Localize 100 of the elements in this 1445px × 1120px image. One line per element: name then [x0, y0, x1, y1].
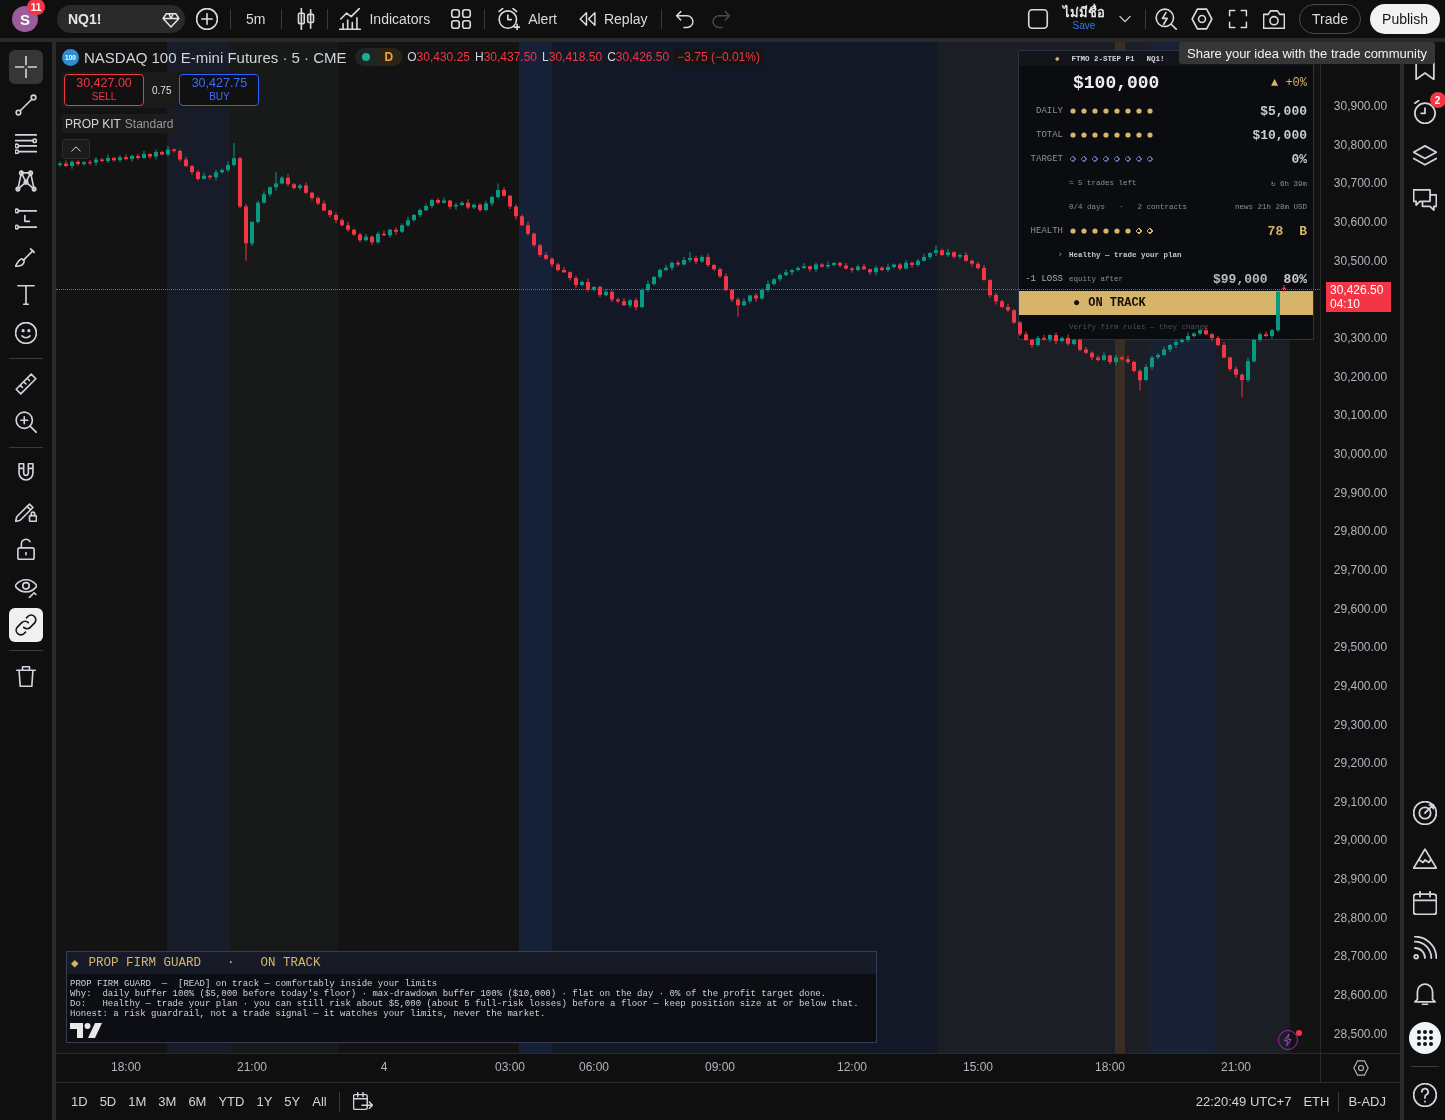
candlestick: [1042, 334, 1046, 341]
square-icon: [1027, 8, 1049, 30]
forecast-lines-icon: [15, 208, 37, 230]
delay-indicator: D: [376, 48, 403, 66]
layers-icon: [1412, 144, 1437, 168]
candlestick: [1192, 332, 1196, 338]
price-label: 28,500.00: [1332, 1026, 1389, 1041]
publish-button[interactable]: Publish: [1370, 4, 1440, 34]
magnet-icon: [15, 462, 37, 484]
sync-drawings-button[interactable]: [9, 608, 43, 642]
ohlc-value: H30,437.50: [475, 50, 538, 64]
fullscreen-icon: [1228, 9, 1248, 29]
time-label: 12:00: [837, 1060, 867, 1074]
price-label: 28,800.00: [1332, 910, 1389, 925]
price-label: 29,100.00: [1332, 794, 1389, 809]
candlestick: [934, 245, 938, 257]
range-button[interactable]: 6M: [182, 1091, 213, 1112]
price-label: 29,700.00: [1332, 562, 1389, 577]
price-label: 30,300.00: [1332, 331, 1389, 345]
account-balance: $100,000: [1073, 72, 1161, 93]
time-label: 21:00: [237, 1060, 267, 1074]
notification-dot-icon: [1296, 1030, 1302, 1036]
time-label: 06:00: [579, 1060, 609, 1074]
price-label: 30,500.00: [1332, 253, 1389, 268]
mountain-icon: [1412, 846, 1437, 870]
crosshair-tool-button[interactable]: [9, 50, 43, 84]
price-label: 30,200.00: [1332, 369, 1389, 384]
price-label: 28,700.00: [1332, 949, 1389, 964]
alarm-plus-icon: [498, 8, 521, 30]
price-label: 29,600.00: [1332, 601, 1389, 616]
crosshair-icon: [15, 56, 37, 78]
buy-button[interactable]: 30,427.75 BUY: [179, 74, 260, 106]
guard-message: Why: daily buffer 100% ($5,000 before today's floor) · max-drawdown buffer 100% ($10,000) · flat on the day · 0% of the profit target done.: [70, 989, 828, 999]
range-button[interactable]: 5Y: [278, 1091, 307, 1112]
adjustment-button[interactable]: B-ADJ: [1342, 1091, 1392, 1112]
candlestick: [136, 154, 140, 160]
indicators-button[interactable]: Indicators: [331, 3, 439, 35]
meter-value: $5,000: [1260, 103, 1307, 119]
parallel-lines-icon: [15, 132, 37, 154]
candlestick: [1096, 355, 1100, 362]
symbol-search-button[interactable]: NQ1!: [57, 5, 185, 33]
range-button[interactable]: YTD: [212, 1091, 251, 1112]
layout-name-button[interactable]: ไม่มีชื่อ Save: [1056, 3, 1112, 35]
range-button[interactable]: All: [306, 1091, 333, 1112]
price-label: 29,400.00: [1332, 678, 1389, 693]
price-label: 30,600.00: [1332, 215, 1389, 230]
trend-line-icon: [15, 94, 37, 116]
candlestick: [826, 261, 830, 269]
alert-button[interactable]: Alert: [490, 3, 565, 35]
candlestick: [694, 255, 698, 265]
advice-marker: ›: [1057, 250, 1063, 260]
interval-button[interactable]: 5m: [236, 3, 276, 35]
range-button[interactable]: 3M: [152, 1091, 183, 1112]
market-status-pill[interactable]: D: [354, 48, 403, 66]
range-button[interactable]: 1M: [122, 1091, 153, 1112]
price-label: 28,600.00: [1332, 988, 1389, 1002]
meter-label: TOTAL: [1036, 130, 1063, 140]
redo-icon: [710, 9, 731, 29]
indicator-title[interactable]: PROP KIT Standard: [62, 114, 177, 133]
price-label: 29,200.00: [1332, 756, 1389, 771]
time-label: 15:00: [963, 1060, 993, 1074]
logo-icon: [70, 1023, 102, 1038]
calendar-icon: [1412, 891, 1437, 915]
guard-message: Do: Healthy — trade your plan · you can still risk about $5,000 (about 5 full-risk losses) before a floor — keep position size at or below that.: [70, 999, 860, 1009]
meter-label: TARGET: [1030, 154, 1063, 164]
spread-value: 0.75: [152, 84, 172, 96]
chart-bars-icon: [339, 8, 362, 30]
price-label: 30,100.00: [1332, 408, 1389, 423]
health-label: HEALTH: [1030, 226, 1063, 236]
timezone-clock[interactable]: 22:20:49 UTC+7: [1189, 1091, 1298, 1112]
candlestick: [796, 266, 800, 272]
price-label: 30,800.00: [1332, 137, 1389, 152]
help-icon: [1412, 1083, 1437, 1107]
bar-countdown: 04:10: [1330, 297, 1362, 312]
session-button[interactable]: ETH: [1297, 1091, 1336, 1112]
meter-label: DAILY: [1036, 106, 1063, 116]
price-label: 30,900.00: [1332, 99, 1389, 114]
candlestick: [1180, 338, 1184, 344]
candlestick: [958, 253, 962, 259]
status-marker: ●: [1073, 296, 1081, 310]
status-dot-icon: [361, 53, 370, 61]
eye-icon: [15, 576, 37, 598]
time-label: 4: [380, 1060, 388, 1074]
time-label: 18:00: [111, 1060, 141, 1074]
candlestick: [454, 202, 458, 210]
bell-icon: [1412, 981, 1437, 1005]
guard-message: Honest: a risk guardrail, not a trade signal — it watches your limits, never the market.: [70, 1009, 547, 1019]
guard-status: ON TRACK: [260, 956, 321, 970]
range-button[interactable]: 1D: [65, 1091, 94, 1112]
replay-button[interactable]: Replay: [568, 3, 656, 35]
sell-button[interactable]: 30,427.00 SELL: [64, 74, 144, 106]
status-text: ON TRACK: [1088, 296, 1146, 310]
price-change: −3.75 (−0.01%): [674, 49, 763, 65]
broadcast-icon: [1412, 936, 1437, 960]
range-button[interactable]: 1Y: [250, 1091, 279, 1112]
range-button[interactable]: 5D: [93, 1091, 123, 1112]
guard-message: PROP FIRM GUARD — [READ] on track — comfortably inside your limits: [70, 979, 439, 989]
products-button[interactable]: [1406, 1020, 1443, 1056]
brush-icon: [15, 246, 37, 268]
symbol-title[interactable]: NASDAQ 100 E-mini Futures · 5 · CME: [84, 48, 347, 66]
